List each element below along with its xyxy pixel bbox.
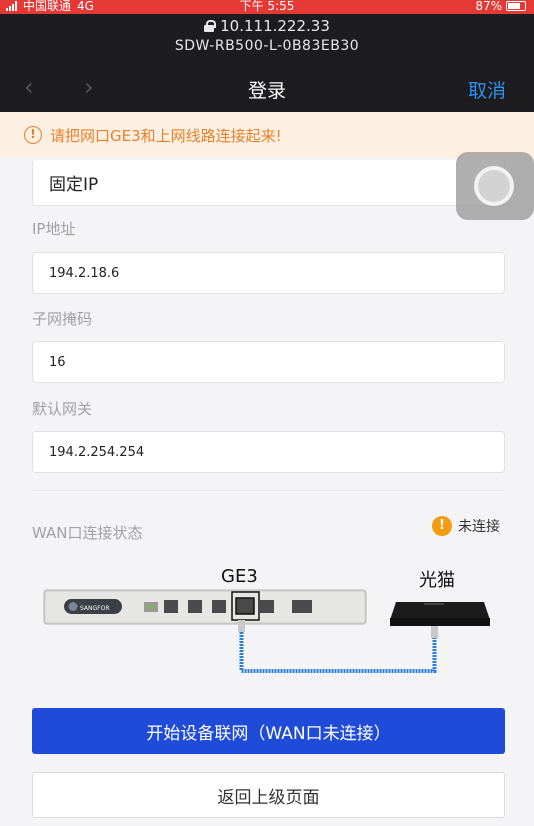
clock: 下午 5:55 — [239, 0, 295, 13]
connection-mode-value: 固定IP — [49, 175, 99, 195]
divider — [32, 490, 505, 491]
warning-banner: ! 请把网口GE3和上网线路连接起来! — [0, 112, 534, 158]
assistive-touch-icon — [474, 166, 514, 206]
network-cable — [238, 620, 438, 673]
warning-text: 请把网口GE3和上网线路连接起来! — [50, 126, 282, 145]
page-title: 登录 — [247, 80, 286, 102]
assistive-touch-button[interactable] — [456, 152, 534, 220]
browser-url-bar[interactable]: 10.111.222.33 SDW-RB500-L-0B83EB30 — [0, 14, 534, 64]
cancel-button[interactable]: 取消 — [468, 76, 506, 103]
wan-status-label: WAN口连接状态 — [32, 524, 143, 542]
start-networking-button[interactable]: 开始设备联网（WAN口未连接） — [32, 708, 505, 754]
connection-diagram: GE3 光猫 SANGFOR — [40, 560, 500, 680]
page-host: SDW-RB500-L-0B83EB30 — [174, 38, 360, 54]
battery-percent: 87% — [475, 0, 502, 13]
subnet-mask-label: 子网掩码 — [32, 310, 93, 328]
back-button[interactable]: 返回上级页面 — [32, 772, 505, 818]
connection-mode-select[interactable]: 固定IP — [32, 160, 505, 206]
status-bar: 中国联通 4G 下午 5:55 87% — [0, 0, 534, 14]
gateway-field[interactable]: 194.2.254.254 — [32, 431, 505, 473]
diagram-graphic: SANGFOR — [43, 589, 490, 673]
router-device: SANGFOR — [43, 589, 367, 625]
warning-icon: ! — [24, 126, 42, 144]
gateway-label: 默认网关 — [32, 400, 93, 418]
subnet-mask-field[interactable]: 16 — [32, 341, 505, 383]
ip-address-value: 194.2.18.6 — [49, 265, 120, 281]
wan-status: ! 未连接 — [432, 516, 500, 536]
modem-device — [390, 602, 490, 626]
battery-icon — [506, 1, 526, 11]
gateway-value: 194.2.254.254 — [49, 444, 145, 460]
lock-icon — [204, 20, 217, 32]
url-text: 10.111.222.33 — [220, 17, 330, 35]
ip-address-label: IP地址 — [32, 220, 76, 238]
router-brand: SANGFOR — [80, 605, 110, 612]
nav-bar: ‹ › 登录 取消 — [0, 64, 534, 112]
warning-icon: ! — [432, 516, 452, 536]
wan-status-text: 未连接 — [458, 519, 500, 535]
subnet-mask-value: 16 — [49, 354, 66, 370]
ip-address-field[interactable]: 194.2.18.6 — [32, 252, 505, 294]
